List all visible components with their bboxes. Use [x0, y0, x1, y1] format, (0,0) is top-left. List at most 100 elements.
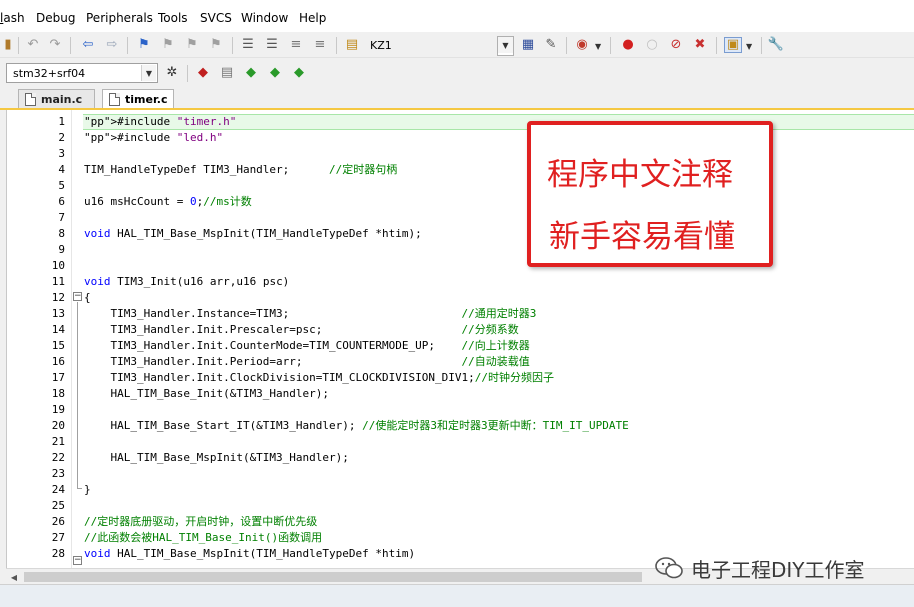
fold-collapse-icon[interactable]: − — [73, 292, 82, 301]
navigate-back-icon[interactable]: ⇦ — [80, 37, 96, 53]
code-line[interactable]: TIM_HandleTypeDef TIM3_Handler; //定时器句柄 — [84, 162, 397, 178]
kill-all-breakpoints-icon[interactable]: ✖ — [692, 37, 708, 53]
code-editor[interactable]: 1 "pp">#include "timer.h" 2 "pp">#include "… — [6, 110, 914, 568]
debug-session-icon[interactable]: ◉ — [574, 37, 590, 53]
annotation-callout: 程序中文注释 新手容易看懂 — [527, 121, 773, 267]
file-icon — [109, 93, 120, 106]
scrollbar-thumb[interactable] — [24, 572, 642, 582]
line-number: 8 — [58, 227, 65, 240]
line-number: 5 — [58, 179, 65, 192]
find-in-files-icon[interactable]: ▤ — [344, 37, 360, 53]
line-number: 15 — [51, 339, 65, 352]
code-line[interactable]: TIM3_Handler.Instance=TIM3; //通用定时器3 — [84, 306, 536, 322]
menu-flash[interactable]: lash — [0, 11, 25, 25]
code-line[interactable]: TIM3_Handler.Init.Period=arr; //自动装载值 — [84, 354, 529, 370]
undo-icon[interactable]: ↶ — [25, 37, 41, 53]
line-number: 20 — [51, 419, 65, 432]
target-options-icon[interactable]: ✲ — [164, 65, 180, 81]
code-line[interactable]: { — [84, 290, 91, 306]
paste-icon[interactable]: ▮ — [0, 37, 16, 53]
breakpoint-disable-icon[interactable]: ○ — [644, 37, 660, 53]
code-line[interactable]: void HAL_TIM_Base_MspInit(TIM_HandleType… — [84, 226, 422, 242]
manage-project-icon[interactable]: ◆ — [243, 65, 259, 81]
comment-icon[interactable]: ≡ — [288, 37, 304, 53]
menu-bar: lash Debug Peripherals Tools SVCS Window… — [0, 0, 914, 34]
uncomment-icon[interactable]: ≡ — [312, 37, 328, 53]
next-bookmark-icon[interactable]: ⚑ — [184, 37, 200, 53]
tab-label: main.c — [41, 93, 83, 106]
code-line[interactable]: void TIM3_Init(u16 arr,u16 psc) — [84, 274, 289, 290]
line-number: 13 — [51, 307, 65, 320]
menu-help[interactable]: Help — [299, 11, 326, 25]
window-layout-icon[interactable]: ▣ — [724, 37, 742, 53]
line-number: 18 — [51, 387, 65, 400]
select-packs-icon[interactable]: ◆ — [267, 65, 283, 81]
find-dropdown[interactable]: ▼ — [497, 36, 514, 56]
tab-timer-c[interactable]: timer.c — [102, 89, 174, 110]
code-line[interactable]: HAL_TIM_Base_Init(&TIM3_Handler); — [84, 386, 329, 402]
code-line[interactable]: //此函数会被HAL_TIM_Base_Init()函数调用 — [84, 530, 322, 546]
code-line[interactable]: void HAL_TIM_Base_MspInit(TIM_HandleType… — [84, 546, 415, 562]
wechat-icon — [655, 557, 683, 579]
disable-all-breakpoints-icon[interactable]: ⊘ — [668, 37, 684, 53]
chevron-down-icon: ▼ — [141, 65, 156, 81]
find-icon[interactable]: ▦ — [520, 37, 536, 53]
line-number: 2 — [58, 131, 65, 144]
line-number: 17 — [51, 371, 65, 384]
configuration-icon[interactable]: 🔧 — [768, 37, 784, 53]
menu-window[interactable]: Window — [241, 11, 288, 25]
bookmark-icon[interactable]: ⚑ — [136, 37, 152, 53]
status-bar — [0, 584, 914, 607]
code-line[interactable]: HAL_TIM_Base_Start_IT(&TIM3_Handler); //… — [84, 418, 628, 434]
line-number: 3 — [58, 147, 65, 160]
line-number: 24 — [51, 483, 65, 496]
fold-collapse-icon[interactable]: − — [73, 556, 82, 565]
breakpoint-icon[interactable]: ● — [620, 37, 636, 53]
toolbar-separator — [336, 37, 337, 54]
toolbar-separator — [716, 37, 717, 54]
clear-bookmarks-icon[interactable]: ⚑ — [208, 37, 224, 53]
toolbar-separator — [232, 37, 233, 54]
code-line[interactable]: HAL_TIM_Base_MspInit(&TIM3_Handler); — [84, 450, 348, 466]
incremental-find-icon[interactable]: ✎ — [543, 37, 559, 53]
indent-icon[interactable]: ☰ — [240, 37, 256, 53]
build-icon[interactable]: ◆ — [195, 65, 211, 81]
editor-tabs: main.c timer.c — [0, 86, 914, 110]
redo-icon[interactable]: ↷ — [47, 37, 63, 53]
prev-bookmark-icon[interactable]: ⚑ — [160, 37, 176, 53]
navigate-forward-icon[interactable]: ⇨ — [104, 37, 120, 53]
menu-svcs[interactable]: SVCS — [200, 11, 232, 25]
chevron-down-icon[interactable]: ▼ — [595, 42, 601, 51]
toolbar-separator — [127, 37, 128, 54]
find-target-text[interactable]: KZ1 — [370, 39, 392, 52]
manage-runtime-icon[interactable]: ◆ — [291, 65, 307, 81]
code-line[interactable]: TIM3_Handler.Init.Prescaler=psc; //分频系数 — [84, 322, 518, 338]
annotation-line-2: 新手容易看懂 — [549, 219, 735, 255]
file-icon — [25, 93, 36, 106]
scroll-left-icon[interactable]: ◀ — [8, 571, 20, 583]
code-line[interactable]: "pp">#include "led.h" — [84, 130, 223, 146]
menu-debug[interactable]: Debug — [36, 11, 75, 25]
menu-tools[interactable]: Tools — [158, 11, 188, 25]
batch-build-icon[interactable]: ▤ — [219, 65, 235, 81]
code-line[interactable]: } — [84, 482, 91, 498]
code-line[interactable]: "pp">#include "timer.h" — [84, 114, 236, 130]
code-line[interactable]: u16 msHcCount = 0;//ms计数 — [84, 194, 252, 210]
menu-peripherals[interactable]: Peripherals — [86, 11, 153, 25]
unindent-icon[interactable]: ☰ — [264, 37, 280, 53]
toolbar-separator — [610, 37, 611, 54]
chevron-down-icon[interactable]: ▼ — [746, 42, 752, 51]
fold-end-marker — [77, 488, 82, 489]
toolbar-separator — [187, 65, 188, 82]
line-number: 4 — [58, 163, 65, 176]
line-number: 28 — [51, 547, 65, 560]
chevron-down-icon: ▼ — [498, 37, 513, 53]
target-select[interactable]: stm32+srf04 ▼ — [6, 63, 158, 83]
toolbar-build: stm32+srf04 ▼ ✲ ◆ ▤ ◆ ◆ ◆ — [0, 60, 914, 86]
tab-main-c[interactable]: main.c — [18, 89, 95, 110]
title-strip — [0, 0, 914, 8]
code-line[interactable]: TIM3_Handler.Init.CounterMode=TIM_COUNTE… — [84, 338, 529, 354]
code-line[interactable]: TIM3_Handler.Init.ClockDivision=TIM_CLOC… — [84, 370, 554, 386]
code-line[interactable]: //定时器底册驱动，开启时钟，设置中断优先级 — [84, 514, 317, 530]
line-number: 6 — [58, 195, 65, 208]
